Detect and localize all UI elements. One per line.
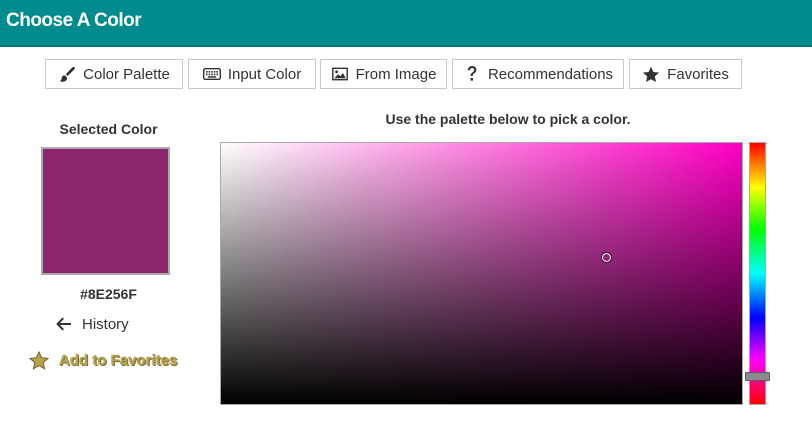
hue-slider-handle[interactable] bbox=[745, 371, 770, 381]
tab-input-color[interactable]: Input Color bbox=[188, 59, 316, 89]
keyboard-icon bbox=[202, 65, 221, 83]
tab-recommendations[interactable]: Recommendations bbox=[452, 59, 624, 89]
tab-color-palette-label: Color Palette bbox=[83, 65, 170, 83]
question-mark-icon bbox=[463, 65, 481, 83]
palette-instruction: Use the palette below to pick a color. bbox=[385, 111, 631, 127]
saturation-brightness-palette[interactable] bbox=[220, 142, 743, 405]
selected-color-swatch bbox=[41, 147, 170, 275]
tab-favorites-label: Favorites bbox=[667, 65, 729, 83]
add-to-favorites-label: Add to Favorites bbox=[59, 351, 178, 369]
arrow-left-icon bbox=[56, 315, 74, 333]
tab-from-image-label: From Image bbox=[355, 65, 437, 83]
star-icon bbox=[29, 350, 50, 371]
selected-color-label: Selected Color bbox=[59, 121, 158, 137]
tab-favorites[interactable]: Favorites bbox=[629, 59, 742, 89]
tab-from-image[interactable]: From Image bbox=[320, 59, 447, 89]
tab-input-color-label: Input Color bbox=[227, 65, 302, 83]
star-icon bbox=[642, 65, 660, 83]
dialog-header: Choose A Color bbox=[0, 0, 812, 47]
tab-recommendations-label: Recommendations bbox=[487, 65, 614, 83]
brush-icon bbox=[58, 65, 76, 83]
selected-color-hex: #8E256F bbox=[80, 286, 137, 302]
palette-brightness-layer bbox=[221, 143, 742, 404]
history-label: History bbox=[82, 315, 129, 333]
image-icon bbox=[331, 65, 349, 83]
tab-color-palette[interactable]: Color Palette bbox=[45, 59, 183, 89]
hue-slider-track[interactable] bbox=[749, 142, 766, 405]
history-button[interactable]: History bbox=[56, 314, 129, 334]
add-to-favorites-button[interactable]: Add to Favorites bbox=[29, 349, 177, 371]
dialog-title: Choose A Color bbox=[6, 10, 142, 31]
